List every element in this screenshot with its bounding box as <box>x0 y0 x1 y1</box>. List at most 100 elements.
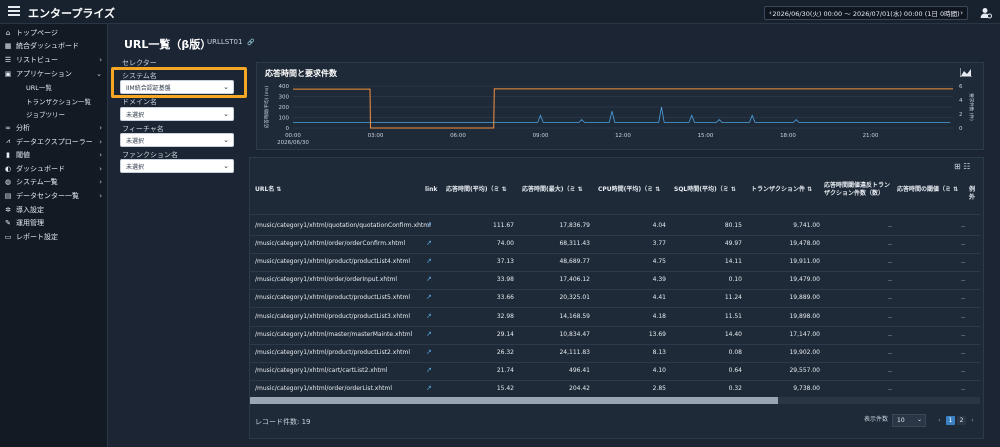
sidebar-item-dashboard-integrated[interactable]: ▦ 統合ダッシュボード <box>0 40 107 54</box>
table-row[interactable]: /music/category1/xhtml/master/masterMain… <box>250 325 980 345</box>
sidebar-item-job-tree[interactable]: ジョブツリー <box>0 108 107 122</box>
cell-url: /music/category1/xhtml/product/productLi… <box>255 312 410 320</box>
cell-tx: 17,147.00 <box>789 330 820 338</box>
chevron-right-icon: › <box>99 123 102 132</box>
page-2-button[interactable]: 2 <box>957 416 966 425</box>
sidebar-item-listview[interactable]: ☰ リストビュー › <box>0 53 107 67</box>
col-header-link: link <box>425 186 438 193</box>
sidebar-item-analysis[interactable]: ∞ 分析 › <box>0 121 107 135</box>
page-1-button[interactable]: 1 <box>946 416 955 425</box>
cell-max: 48,689.77 <box>559 258 590 266</box>
feature-name-select[interactable]: 未選択 ⌄ <box>120 133 234 147</box>
col-header-max[interactable]: 応答時間(最大)（ミ ⇅ <box>522 186 596 194</box>
table-row[interactable]: /music/category1/xhtml/product/productLi… <box>250 288 980 309</box>
cell-avg: 74.00 <box>496 240 514 248</box>
scrollbar-thumb[interactable] <box>250 397 778 404</box>
page-title: URL一覧（β版） <box>124 38 212 51</box>
user-settings-icon[interactable] <box>980 7 992 19</box>
cell-threshold: .. <box>961 258 965 266</box>
chevron-down-icon: ⌄ <box>223 110 229 118</box>
cell-cpu: 4.18 <box>652 312 666 320</box>
table-row[interactable]: /music/category1/xhtml/product/productLi… <box>250 252 980 273</box>
domain-name-select[interactable]: 未選択 ⌄ <box>120 107 234 121</box>
chevron-right-icon: › <box>99 137 102 146</box>
page-size-select[interactable]: 10 ⌄ <box>892 414 926 427</box>
col-header-threshold[interactable]: 応答時間の閾値（ミ ⇅ <box>897 186 965 194</box>
sidebar-item-threshold[interactable]: ▮ 閾値 › <box>0 148 107 162</box>
x-tick: 06:00 <box>450 133 466 139</box>
chart-icon: ⩘ <box>6 137 10 146</box>
cell-violations: .. <box>888 312 892 320</box>
external-link-icon[interactable]: ↗ <box>426 366 432 374</box>
external-link-icon[interactable]: ↗ <box>426 275 432 283</box>
table-tools-icons[interactable]: ⊞ ☷ <box>954 162 970 171</box>
col-header-tx[interactable]: トランザクション件 ⇅ <box>751 186 819 194</box>
y-tick-right: 2 <box>959 112 963 118</box>
external-link-icon[interactable]: ↗ <box>426 221 432 229</box>
wrench-icon: ✎ <box>5 219 11 228</box>
table-row[interactable]: /music/category1/xhtml/order/orderConfir… <box>250 234 980 255</box>
next-page-button[interactable]: › <box>968 416 977 425</box>
page-size-label: 表示件数 <box>864 416 889 423</box>
table-row[interactable]: /music/category1/xhtml/order/orderInput.… <box>250 270 980 291</box>
sidebar-item-system-list[interactable]: ◍ システム一覧 › <box>0 176 107 190</box>
binoculars-icon: ∞ <box>5 123 11 132</box>
next-range-icon[interactable]: › <box>960 9 963 17</box>
external-link-icon[interactable]: ↗ <box>426 330 432 338</box>
y-tick-left: 300 <box>279 95 290 101</box>
cell-violations: .. <box>888 294 892 302</box>
table-header: URL名 ⇅ link 応答時間(平均)（ミ ⇅ 応答時間(最大)（ミ ⇅ CP… <box>250 177 980 215</box>
function-name-select[interactable]: 未選択 ⌄ <box>120 159 234 173</box>
external-link-icon[interactable]: ↗ <box>426 257 432 265</box>
sidebar-item-datacenter-list[interactable]: ▤ データセンター一覧 › <box>0 189 107 203</box>
sidebar-item-setup[interactable]: ✲ 導入設定 <box>0 203 107 217</box>
domain-name-label: ドメイン名 <box>122 98 157 106</box>
external-link-icon[interactable]: ↗ <box>426 239 432 247</box>
table-row[interactable]: /music/category1/xhtml/order/orderList.x… <box>250 379 980 399</box>
col-header-avg[interactable]: 応答時間(平均)（ミ ⇅ <box>446 186 520 194</box>
chevron-right-icon: › <box>99 191 102 200</box>
cell-max: 496.41 <box>569 366 590 374</box>
col-header-sql[interactable]: SQL時間(平均)（ミ ⇅ <box>674 186 748 194</box>
sidebar-item-transaction-list[interactable]: トランザクション一覧 <box>0 94 107 108</box>
cell-sql: 11.51 <box>724 312 742 320</box>
cell-sql: 0.10 <box>728 276 742 284</box>
table-row[interactable]: /music/category1/xhtml/product/productLi… <box>250 343 980 363</box>
y-tick-left: 400 <box>279 84 290 90</box>
sidebar-item-report[interactable]: ▭ レポート設定 <box>0 230 107 244</box>
sidebar-item-top[interactable]: ⌂ トップページ <box>0 26 107 40</box>
y-axis-label-left: 応答時間(平均) (ms) <box>263 86 270 128</box>
table-row[interactable]: /music/category1/xhtml/product/productLi… <box>250 307 980 327</box>
cell-threshold: .. <box>961 366 965 374</box>
sidebar-item-dashboard[interactable]: ◐ ダッシュボード › <box>0 162 107 176</box>
cell-violations: .. <box>888 276 892 284</box>
external-link-icon[interactable]: ↗ <box>426 384 432 392</box>
cell-violations: .. <box>888 366 892 374</box>
y-tick-right: 0 <box>959 126 963 132</box>
col-header-url[interactable]: URL名 ⇅ <box>255 186 281 194</box>
external-link-icon[interactable]: ↗ <box>426 348 432 356</box>
chevron-down-icon: ⌄ <box>223 136 229 144</box>
col-header-violations[interactable]: 応答時間閾値違反トランザクション件数（数） <box>824 182 890 198</box>
chevron-down-icon: ⌄ <box>916 416 922 423</box>
sidebar-item-operations[interactable]: ✎ 運用管理 <box>0 216 107 230</box>
cell-sql: 0.32 <box>728 384 742 392</box>
sidebar-item-url-list[interactable]: URL一覧 <box>0 80 107 94</box>
hamburger-menu-icon[interactable] <box>8 6 20 16</box>
sidebar-item-application[interactable]: ▣ アプリケーション ⌄ <box>0 67 107 81</box>
sidebar-item-data-explorer[interactable]: ⩘ データエクスプローラー › <box>0 135 107 149</box>
col-header-exception[interactable]: 例外 <box>969 186 980 202</box>
cell-url: /music/category1/xhtml/order/orderList.x… <box>255 384 393 392</box>
table-row[interactable]: /music/category1/xhtml/cart/cartList2.xh… <box>250 361 980 381</box>
cell-max: 17,406.12 <box>559 276 590 284</box>
table-row[interactable]: /music/category1/xhtml/quotation/quotati… <box>250 216 980 236</box>
link-icon[interactable]: 🔗 <box>247 39 254 46</box>
area-chart-icon[interactable] <box>960 68 972 77</box>
col-header-cpu[interactable]: CPU時間(平均)（ミ ⇅ <box>598 186 672 194</box>
prev-page-button[interactable]: ‹ <box>935 416 944 425</box>
cell-sql: 0.08 <box>728 348 742 356</box>
time-range-picker[interactable]: ‹ 2026/06/30(火) 00:00 〜 2026/07/01(水) 00… <box>764 6 968 20</box>
external-link-icon[interactable]: ↗ <box>426 293 432 301</box>
external-link-icon[interactable]: ↗ <box>426 312 432 320</box>
chevron-down-icon: ⌄ <box>223 162 229 170</box>
